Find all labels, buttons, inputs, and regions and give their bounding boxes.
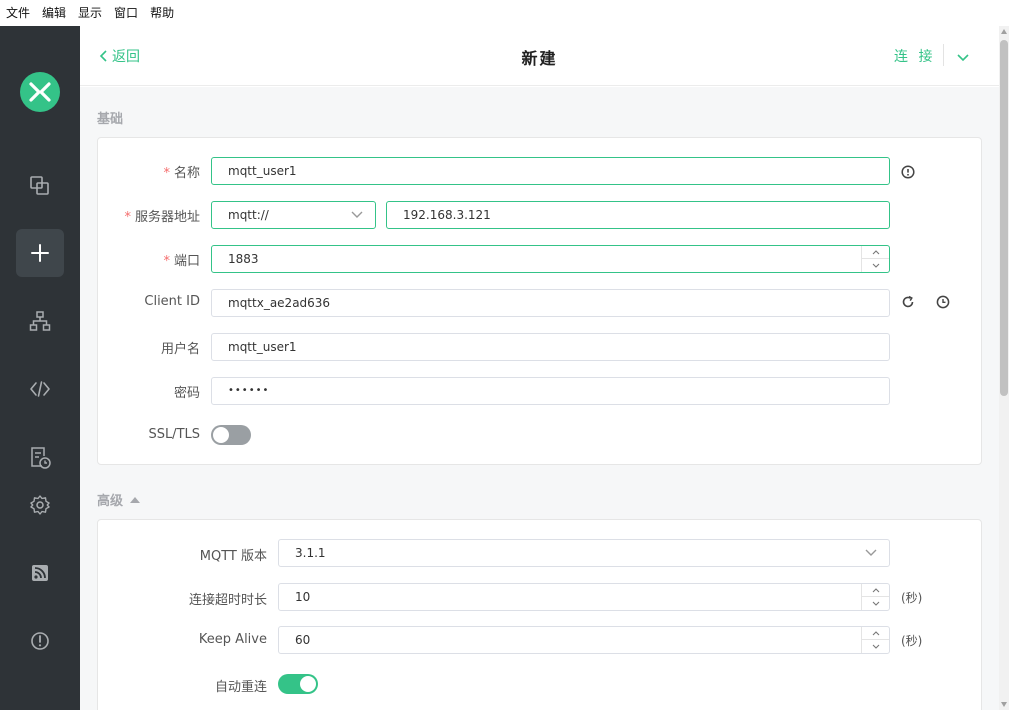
server-label: * 服务器地址 bbox=[124, 210, 200, 225]
connect-timeout-input[interactable]: 10 bbox=[278, 583, 890, 611]
chevron-down-icon bbox=[872, 263, 879, 268]
protocol-select[interactable]: mqtt:// bbox=[211, 201, 376, 229]
advanced-card: MQTT 版本 3.1.1 连接超时时长 10 (秒) Keep Alive 6… bbox=[97, 519, 982, 710]
keep-alive-label: Keep Alive bbox=[198, 632, 267, 647]
sidebar-item-log[interactable] bbox=[16, 434, 64, 482]
name-input[interactable]: mqtt_user1 bbox=[211, 157, 890, 185]
chevron-up-icon bbox=[872, 630, 879, 635]
advanced-section-label: 高级 bbox=[97, 494, 124, 509]
keep-alive-stepper bbox=[861, 627, 889, 653]
menu-file[interactable]: 文件 bbox=[6, 0, 30, 26]
ssl-label: SSL/TLS bbox=[148, 427, 200, 442]
ssl-toggle-knob bbox=[213, 427, 229, 443]
chevron-down-icon bbox=[865, 549, 877, 556]
connect-button[interactable]: 连 接 bbox=[894, 46, 935, 66]
chevron-up-icon bbox=[872, 249, 879, 254]
port-value: 1883 bbox=[228, 252, 259, 266]
connect-timeout-label: 连接超时时长 bbox=[188, 593, 267, 608]
keep-alive-input[interactable]: 60 bbox=[278, 626, 890, 654]
basic-section-title: 基础 bbox=[97, 108, 123, 127]
chevron-down-icon bbox=[872, 644, 879, 649]
connections-icon bbox=[30, 176, 49, 195]
password-input[interactable]: •••••• bbox=[211, 377, 890, 405]
connect-timeout-decrement-button[interactable] bbox=[862, 597, 889, 610]
script-icon bbox=[30, 381, 50, 397]
menu-window[interactable]: 窗口 bbox=[114, 0, 138, 26]
sidebar-item-settings[interactable] bbox=[16, 481, 64, 529]
advanced-section-title[interactable]: 高级 bbox=[97, 490, 141, 509]
basic-section-label: 基础 bbox=[97, 112, 124, 127]
scrollbar[interactable] bbox=[999, 26, 1009, 710]
keep-alive-increment-button[interactable] bbox=[862, 627, 889, 640]
client-id-input[interactable]: mqttx_ae2ad636 bbox=[211, 289, 890, 317]
auto-reconnect-label: 自动重连 bbox=[214, 680, 267, 695]
connect-options-button[interactable] bbox=[956, 48, 970, 67]
keep-alive-decrement-button[interactable] bbox=[862, 640, 889, 653]
log-icon bbox=[31, 447, 51, 469]
password-label: 密码 bbox=[173, 386, 200, 401]
protocol-value: mqtt:// bbox=[228, 208, 269, 222]
sidebar bbox=[0, 26, 80, 710]
new-connection-icon bbox=[31, 244, 49, 262]
topology-icon bbox=[29, 311, 51, 331]
feed-icon bbox=[32, 565, 48, 581]
port-label: * 端口 bbox=[163, 254, 200, 269]
sidebar-item-script[interactable] bbox=[16, 365, 64, 413]
settings-icon bbox=[30, 495, 50, 515]
client-id-label: Client ID bbox=[144, 294, 200, 309]
clock-icon bbox=[936, 295, 950, 309]
mqtt-version-select[interactable]: 3.1.1 bbox=[278, 539, 890, 567]
port-increment-button[interactable] bbox=[862, 246, 889, 259]
menu-help[interactable]: 帮助 bbox=[150, 0, 174, 26]
sidebar-item-feed[interactable] bbox=[16, 549, 64, 597]
connect-timeout-unit: (秒) bbox=[901, 591, 923, 605]
connect-timeout-increment-button[interactable] bbox=[862, 584, 889, 597]
connect-timeout-stepper bbox=[861, 584, 889, 610]
name-info-button[interactable] bbox=[901, 164, 915, 183]
sidebar-item-about[interactable] bbox=[16, 617, 64, 665]
host-input[interactable]: 192.168.3.121 bbox=[386, 201, 890, 229]
sidebar-item-connections[interactable] bbox=[16, 162, 64, 210]
keep-alive-value: 60 bbox=[295, 633, 311, 647]
menu-edit[interactable]: 编辑 bbox=[42, 0, 66, 26]
username-label: 用户名 bbox=[160, 342, 200, 357]
client-id-time-button[interactable] bbox=[936, 294, 950, 313]
mqtt-version-value: 3.1.1 bbox=[295, 546, 326, 560]
name-label: * 名称 bbox=[163, 166, 200, 181]
logo-icon bbox=[29, 82, 51, 102]
scroll-down-arrow-icon bbox=[1001, 702, 1007, 707]
username-input[interactable]: mqtt_user1 bbox=[211, 333, 890, 361]
scroll-up-arrow-icon bbox=[1001, 29, 1007, 34]
sidebar-item-topology[interactable] bbox=[16, 297, 64, 345]
header-divider bbox=[943, 44, 944, 66]
chevron-down-icon bbox=[957, 54, 969, 62]
about-icon bbox=[31, 632, 49, 650]
port-stepper bbox=[861, 246, 889, 272]
chevron-up-icon bbox=[872, 587, 879, 592]
port-decrement-button[interactable] bbox=[862, 259, 889, 272]
refresh-icon bbox=[902, 295, 914, 308]
page-header: 返回 新建 连 接 bbox=[80, 26, 999, 86]
auto-reconnect-toggle[interactable] bbox=[278, 674, 318, 694]
page-title: 新建 bbox=[521, 49, 558, 68]
app-logo[interactable] bbox=[20, 72, 60, 112]
auto-reconnect-toggle-knob bbox=[300, 676, 316, 692]
ssl-toggle[interactable] bbox=[211, 425, 251, 445]
port-input[interactable]: 1883 bbox=[211, 245, 890, 273]
basic-card: * 名称 mqtt_user1 * 服务器地址 mqtt:// 192.168.3.… bbox=[97, 137, 982, 465]
menu-view[interactable]: 显示 bbox=[78, 0, 102, 26]
sidebar-item-new[interactable] bbox=[16, 229, 64, 277]
chevron-down-icon bbox=[872, 601, 879, 606]
refresh-client-id-button[interactable] bbox=[901, 294, 915, 313]
chevron-down-icon bbox=[351, 211, 363, 218]
connect-timeout-value: 10 bbox=[295, 590, 311, 604]
connection-form: 基础 * 名称 mqtt_user1 * 服务器地址 mqtt:// 192.168… bbox=[80, 87, 999, 710]
menu-bar: 文件 编辑 显示 窗口 帮助 bbox=[0, 0, 1009, 26]
keep-alive-unit: (秒) bbox=[901, 634, 923, 648]
caret-up-icon bbox=[130, 496, 141, 503]
scrollbar-thumb[interactable] bbox=[1000, 40, 1008, 396]
mqtt-version-label: MQTT 版本 bbox=[199, 549, 267, 564]
info-circle-icon bbox=[901, 165, 915, 179]
